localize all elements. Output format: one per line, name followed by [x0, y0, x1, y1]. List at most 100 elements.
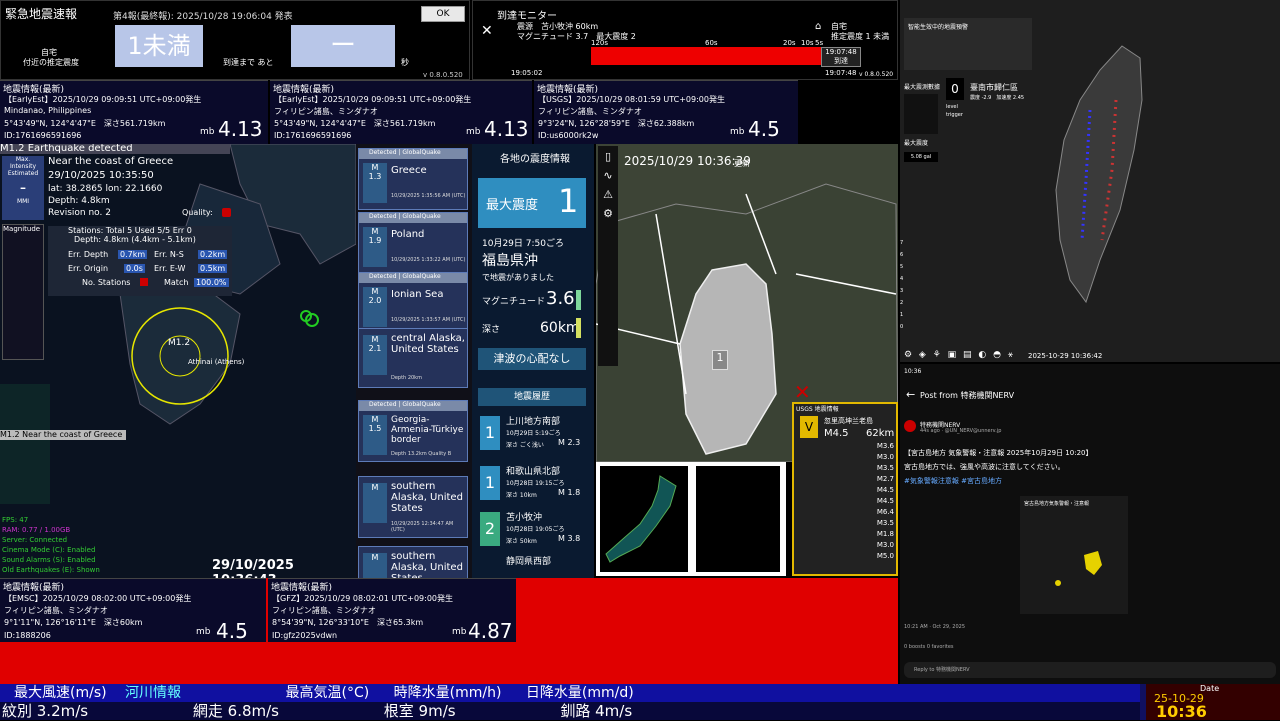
info-line: 【EarlyEst】2025/10/29 09:09:51 UTC+09:00発… [274, 95, 472, 104]
history-int: 1 [480, 416, 500, 450]
avatar[interactable] [904, 420, 916, 432]
history-name: 上川地方南部 [506, 417, 561, 427]
ok-button[interactable]: OK [421, 6, 465, 22]
reply-input[interactable]: Reply to 特務機関NERV [904, 662, 1276, 678]
err-depth-value: 0.7km [118, 250, 148, 259]
history-item[interactable]: 1 和歌山県北部 10月28日 19:15ごろ 深さ 10km M 1.8 [478, 462, 586, 508]
mag-bar [576, 290, 581, 310]
tw-scale-tick: 5 [900, 264, 904, 270]
nerv-handle: 44s ago · @UN_NERV@unnerv.jp [920, 428, 1002, 434]
close-icon[interactable]: ✕ [794, 380, 811, 404]
tw-time: 2025-10-29 10:36:42 [1028, 352, 1103, 360]
usgs-item[interactable]: M3.6 [798, 442, 894, 453]
arrival-mag: マグニチュード 3.7 最大震度 2 [517, 32, 636, 41]
date-box: Date 25-10-29 10:36 [1146, 684, 1280, 721]
history-item[interactable]: 静岡県西部 [478, 554, 586, 568]
arrived-label: 到達 [834, 57, 848, 65]
nerv-post-panel[interactable]: 10:36 ← Post from 特務機関NERV 特務機関NERV 44s … [900, 364, 1280, 684]
card-mv: 1.5 [368, 424, 382, 433]
err-origin-value: 0.0s [124, 264, 145, 273]
warning-icon[interactable]: ⚠ [598, 188, 618, 201]
nerv-image[interactable]: 宮古島地方気象警報・注意報 [1020, 496, 1128, 614]
quake-card[interactable]: Detected | GlobalQuake M 1.5 Georgia-Arme… [358, 400, 468, 462]
usgs-item[interactable]: M4.5 [798, 497, 894, 508]
err-origin-label: Err. Origin [68, 264, 109, 273]
quake-card[interactable]: M southern Alaska, United States [358, 546, 468, 578]
arrival-label: 到達まで あと [223, 58, 274, 67]
quake-card[interactable]: M southern Alaska, United States 10/29/2… [358, 476, 468, 538]
arrival-version: v 0.8.0.520 [859, 71, 894, 78]
card-mv: 2.1 [368, 344, 382, 353]
intensity-pin[interactable]: 1 [712, 350, 728, 370]
card-mv: 1.3 [368, 172, 382, 181]
match-value: 100.0% [194, 278, 229, 287]
tw-level: level [946, 104, 958, 110]
card-head: Detected | GlobalQuake [359, 273, 467, 283]
usgs-item[interactable]: M5.0 [798, 552, 894, 563]
quake-card[interactable]: Detected | GlobalQuake M 1.3 Greece 10/29… [358, 148, 468, 210]
info-line: 9°1'11"N, 126°16'11"E 深さ60km [4, 618, 143, 627]
quake-tag: M1.2 Near the coast of Greece [0, 430, 127, 440]
info-line: 【EarlyEst】2025/10/29 09:09:51 UTC+09:00発… [4, 95, 202, 104]
quake-card[interactable]: M 2.1 central Alaska, United States Depth… [358, 328, 468, 388]
usgs-item[interactable]: M1.8 [798, 530, 894, 541]
jp-title: 各地の震度情報 [500, 154, 570, 165]
fps-text: FPS: 47 [2, 516, 29, 524]
globalquake-map[interactable]: M1.2 Earthquake detected Max. Intensity … [0, 144, 356, 578]
jp-mag-label: マグニチュード [482, 297, 546, 307]
usgs-item[interactable]: M3.0 [798, 453, 894, 464]
usgs-item[interactable]: M2.7 [798, 475, 894, 486]
tw-scale-tick: 1 [900, 312, 904, 318]
ticker-value: 釧路 4m/s [560, 702, 633, 720]
tw-pga: 5.08 gal [904, 152, 938, 162]
usgs-panel[interactable]: ✕ USGS 地震情報 V 忽里高坤兰老島 M4.5 62km M3.6 M3.… [792, 380, 898, 576]
usgs-item[interactable]: M4.5 [798, 486, 894, 497]
info-mag: 4.5 [748, 117, 780, 141]
gear-icon[interactable]: ⚙ [598, 207, 618, 220]
list-icon[interactable]: ▯ [598, 150, 618, 163]
tw-detail: 震度 -2.9 加速度 2.45 [970, 95, 1025, 101]
ticker-label: 時降水量(mm/h) [393, 685, 502, 701]
eew-report: 第4報(最終報): 2025/10/28 19:06:04 発表 [113, 12, 293, 22]
quake-card[interactable]: Detected | GlobalQuake M 1.9 Poland 10/29… [358, 212, 468, 274]
old-text: Old Earthquakes (E): Shown [2, 566, 100, 574]
history-mag: M 1.8 [558, 488, 581, 497]
ticker-value: 網走 6.8m/s [192, 702, 279, 720]
ticker-bottom: 紋別 3.2m/s 網走 6.8m/s 根室 9m/s 釧路 4m/s [0, 702, 1140, 720]
usgs-item[interactable]: M3.5 [798, 519, 894, 530]
home-icon: ⌂ [815, 21, 822, 32]
wave-icon[interactable]: ∿ [598, 169, 618, 182]
usgs-item[interactable]: M3.0 [798, 541, 894, 552]
back-icon[interactable]: ← [906, 388, 915, 401]
tick-5: 5s [815, 39, 824, 47]
history-mag: M 2.3 [558, 438, 581, 447]
info-panel: 地震情報(最新) 【GFZ】2025/10/29 08:02:01 UTC+09… [268, 578, 516, 643]
card-mag: M 2.1 [363, 335, 387, 375]
tw-toolbar[interactable]: ⚙ ◈ ⚘ ▣ ▤ ◐ ◓ ⚹ [904, 350, 1015, 360]
usgs-item[interactable]: M3.5 [798, 464, 894, 475]
usgs-item[interactable]: M6.4 [798, 508, 894, 519]
jp-time: 10月29日 7:50ごろ [482, 239, 564, 249]
err-ew-value: 0.5km [198, 264, 228, 273]
close-icon[interactable]: ✕ [481, 23, 493, 39]
quake-list[interactable]: Detected | GlobalQuake M 1.3 Greece 10/29… [356, 144, 472, 578]
arrival-bar [591, 47, 859, 65]
arrival-time: 19:07:48 [825, 48, 857, 56]
history-item[interactable]: 1 上川地方南部 10月29日 5:19ごろ 深さ ごく浅い M 2.3 [478, 410, 586, 462]
arrival-title: 到達モニター [497, 11, 557, 22]
tw-scale: 7 6 5 4 3 2 1 0 [900, 240, 910, 336]
card-name: Georgia-Armenia-Türkiye border [391, 415, 464, 445]
sec-label: 秒 [401, 58, 409, 67]
nied-thumbnail[interactable] [596, 462, 786, 576]
arrival-box: ー [291, 25, 395, 67]
quake-card[interactable]: Detected | GlobalQuake M 2.0 Ionian Sea 1… [358, 272, 468, 334]
card-name: Greece [391, 165, 427, 176]
history-item[interactable]: 2 苫小牧沖 10月28日 19:05ごろ 深さ 50km M 3.8 [478, 508, 586, 554]
card-m: M [371, 227, 379, 236]
server-text: Server: Connected [2, 536, 68, 544]
jpmap-updated: 更新 [734, 159, 750, 168]
arrival-start: 19:05:02 [511, 69, 543, 77]
card-name: central Alaska, United States [391, 333, 465, 355]
card-depth: Depth 20km [391, 375, 422, 381]
nerv-tags[interactable]: #気象警報注意報 #宮古島地方 [904, 476, 1002, 486]
